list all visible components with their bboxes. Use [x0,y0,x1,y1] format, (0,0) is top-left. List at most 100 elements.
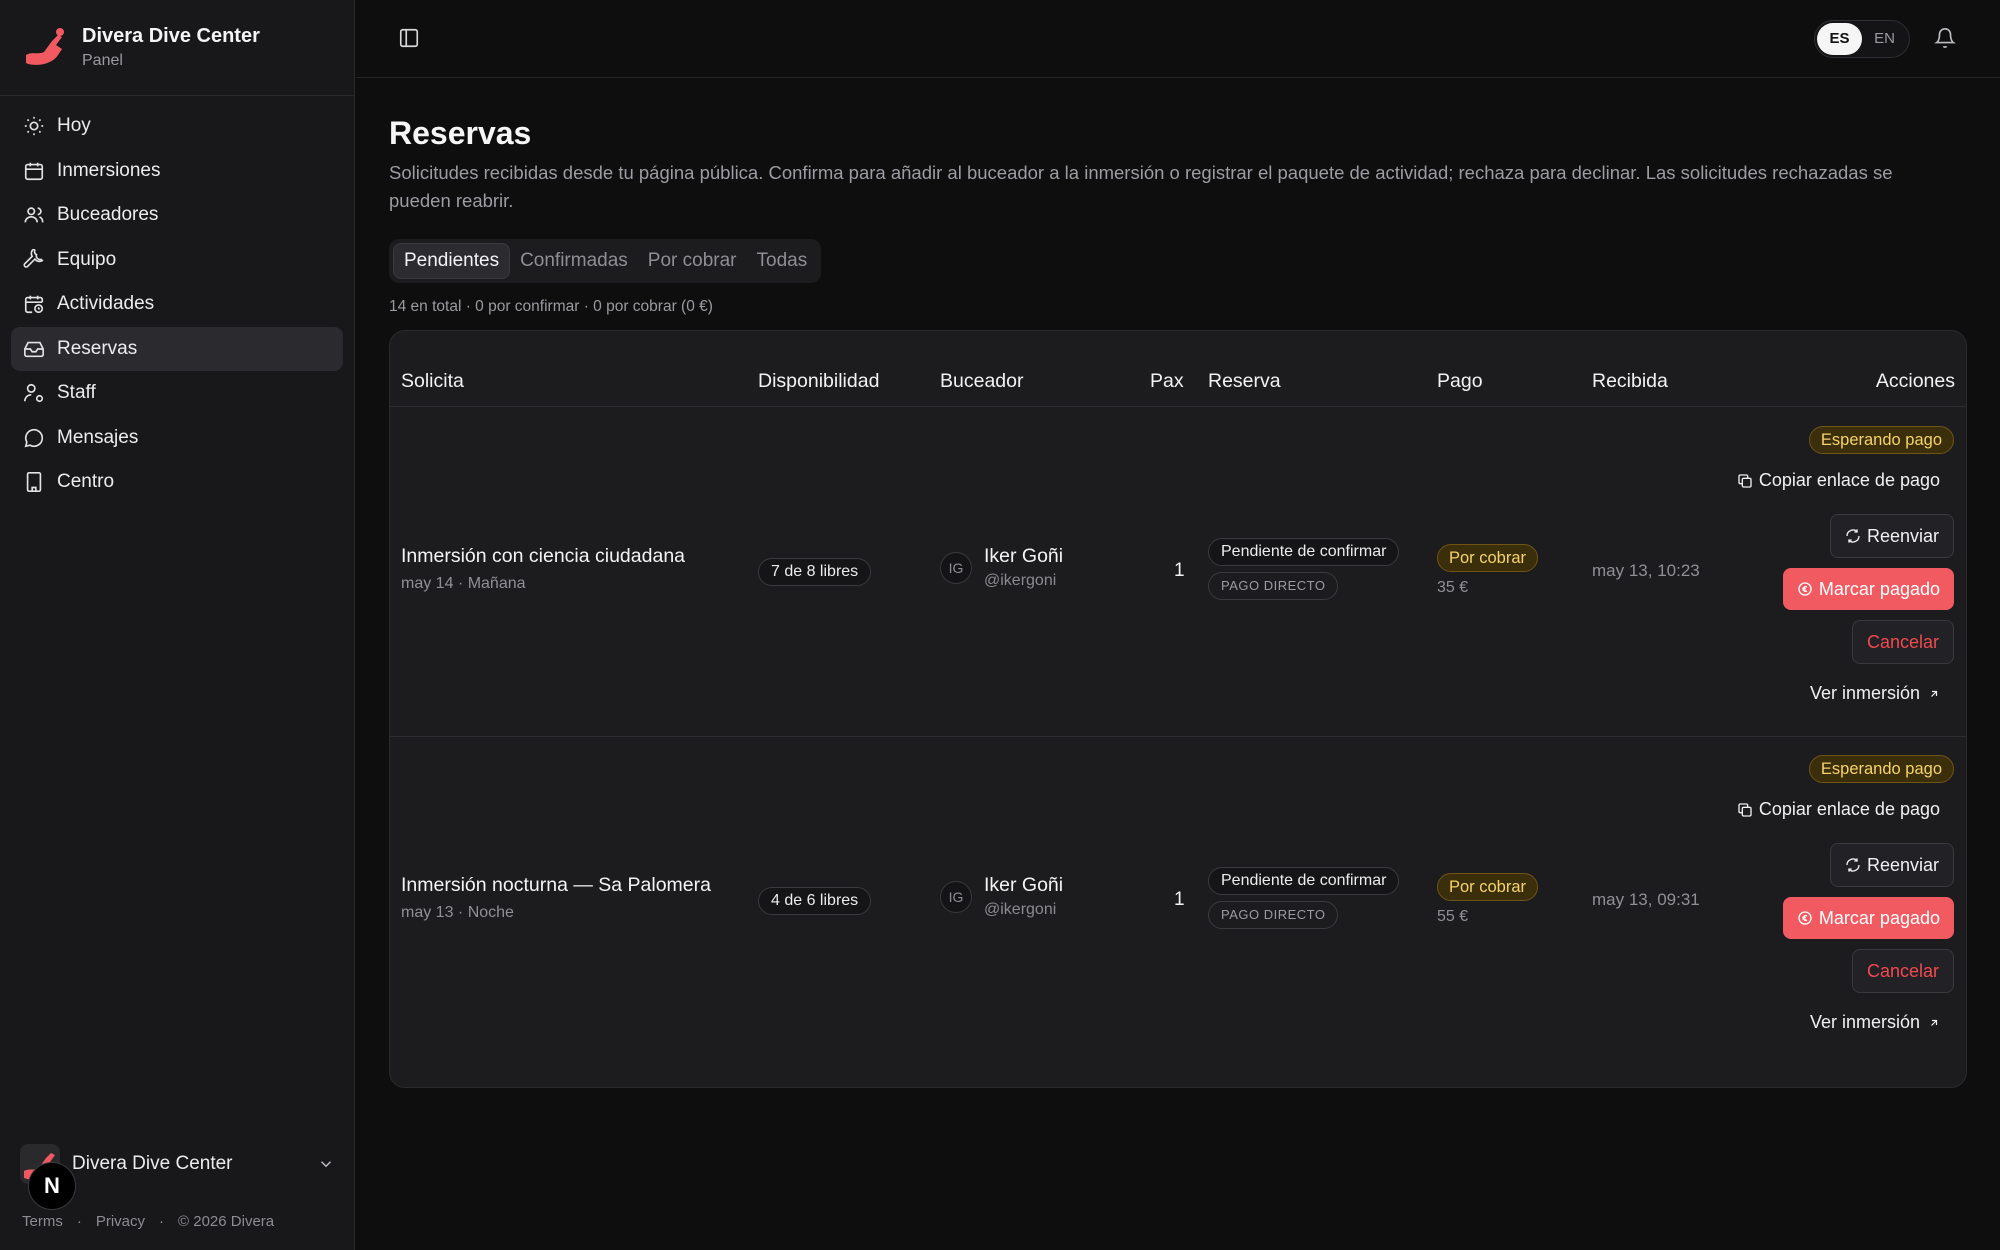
sidebar-item-staff[interactable]: Staff [11,371,343,415]
summary-counts: 14 en total · 0 por confirmar · 0 por co… [389,298,713,315]
cancel-label: Cancelar [1866,960,1939,981]
bookings-table: Solicita Disponibilidad Buceador Pax Res… [389,330,1967,1088]
resend-button[interactable]: Reenviar [1829,843,1954,887]
user-cog-icon [24,383,44,403]
main-content: Reservas Solicitudes recibidas desde tu … [389,78,1967,1088]
sidebar-item-label: Actividades [57,293,155,314]
diver-name[interactable]: Iker Goñi [984,874,1063,897]
sidebar-item-label: Reservas [57,337,138,359]
row-actions: Esperando pago Copiar enlace de pago Ree… [1694,737,1954,1064]
brand[interactable]: Divera Dive Center Panel [0,0,354,96]
calendar-clock-icon [24,295,44,314]
page-title: Reservas [389,115,532,151]
sidebar-toggle-icon[interactable] [398,27,420,49]
external-link-icon [1931,1019,1938,1026]
col-pago: Pago [1437,370,1483,392]
brand-subtitle: Panel [82,52,123,69]
users-icon [24,207,44,223]
payment-method-badge: PAGO DIRECTO [1208,901,1339,929]
copy-payment-link-button[interactable]: Copiar enlace de pago [1737,470,1940,491]
col-buceador: Buceador [940,370,1024,392]
activity-date: may 13 · Noche [401,904,514,921]
diver-logo-icon [26,27,64,65]
payment-amount: 55 € [1437,908,1469,925]
cancel-label: Cancelar [1866,631,1939,652]
sidebar-item-label: Hoy [57,115,91,136]
sidebar-item-label: Staff [57,382,96,403]
cancel-button[interactable]: Cancelar [1851,949,1954,993]
col-pax: Pax [1150,370,1184,392]
cancel-button[interactable]: Cancelar [1851,620,1954,664]
privacy-link[interactable]: Privacy [96,1213,145,1230]
tab-por-cobrar[interactable]: Por cobrar [638,243,747,279]
sidebar-item-inmersiones[interactable]: Inmersiones [11,149,343,193]
col-recibida: Recibida [1592,370,1668,392]
booking-status-cell: Pendiente de confirmar PAGO DIRECTO [1208,867,1400,929]
dev-tools-badge[interactable]: N [28,1162,76,1210]
footer-links: Terms · Privacy · © 2026 Divera [22,1213,274,1230]
topbar: ES EN [356,0,2000,78]
diver-handle: @ikergoni [984,901,1057,918]
resend-button[interactable]: Reenviar [1829,514,1954,558]
sidebar-item-label: Centro [57,471,115,492]
sidebar-item-hoy[interactable]: Hoy [11,104,343,148]
activity-cell: Inmersión nocturna — Sa Palomera may 13 … [401,874,711,922]
activity-date: may 14 · Mañana [401,575,526,592]
col-solicita: Solicita [401,370,464,392]
filter-tabs: Pendientes Confirmadas Por cobrar Todas [389,239,822,283]
view-dive-label: Ver inmersión [1809,683,1920,703]
awaiting-payment-badge: Esperando pago [1808,755,1954,783]
sidebar-item-equipo[interactable]: Equipo [11,238,343,282]
copy-payment-link-button[interactable]: Copiar enlace de pago [1737,799,1940,820]
availability-pill: 4 de 6 libres [758,887,872,915]
euro-icon [1798,911,1812,925]
diver-cell: IG Iker Goñi @ikergoni [940,874,1063,919]
copyright: © 2026 Divera [178,1213,275,1230]
copy-payment-link-label: Copiar enlace de pago [1758,799,1940,819]
received-date: may 13, 09:31 [1592,890,1700,909]
table-row: Inmersión con ciencia ciudadana may 14 ·… [390,408,1966,736]
sidebar-item-buceadores[interactable]: Buceadores [11,193,343,237]
availability-cell: 7 de 8 libres [758,558,872,586]
activity-title[interactable]: Inmersión con ciencia ciudadana [401,545,685,568]
tab-pendientes[interactable]: Pendientes [393,243,511,279]
mark-paid-button[interactable]: Marcar pagado [1782,897,1954,939]
tab-todas[interactable]: Todas [747,243,818,279]
sidebar-item-actividades[interactable]: Actividades [11,282,343,326]
sidebar-item-label: Inmersiones [57,159,161,181]
view-dive-link[interactable]: Ver inmersión [1810,1012,1940,1033]
sidebar-item-mensajes[interactable]: Mensajes [11,416,343,460]
diver-name[interactable]: Iker Goñi [984,545,1063,568]
awaiting-payment-badge: Esperando pago [1808,426,1954,454]
activity-cell: Inmersión con ciencia ciudadana may 14 ·… [401,545,685,593]
avatar: IG [940,880,972,913]
calendar-icon [24,162,44,180]
sidebar-item-reservas[interactable]: Reservas [11,326,343,371]
booking-status-cell: Pendiente de confirmar PAGO DIRECTO [1208,538,1400,600]
lang-es-button[interactable]: ES [1817,23,1862,55]
diver-cell: IG Iker Goñi @ikergoni [940,545,1063,590]
lang-en-button[interactable]: EN [1862,23,1907,55]
payment-amount: 35 € [1437,579,1469,596]
sidebar: Divera Dive Center Panel Hoy Inmersiones… [0,0,355,1250]
status-badge: Pendiente de confirmar [1208,538,1400,566]
mark-paid-button[interactable]: Marcar pagado [1782,568,1954,610]
brand-name: Divera Dive Center [82,25,260,47]
message-icon [24,428,44,447]
wrench-icon [23,248,44,268]
view-dive-link[interactable]: Ver inmersión [1810,683,1940,704]
payment-status-badge: Por cobrar [1437,544,1539,572]
sun-icon [24,116,44,136]
activity-title[interactable]: Inmersión nocturna — Sa Palomera [401,874,711,897]
bell-icon[interactable] [1934,27,1956,49]
availability-cell: 4 de 6 libres [758,887,872,915]
mark-paid-label: Marcar pagado [1818,907,1940,928]
inbox-icon [24,341,44,357]
tab-confirmadas[interactable]: Confirmadas [510,243,638,279]
sidebar-item-label: Mensajes [57,426,139,448]
terms-link[interactable]: Terms [22,1213,63,1230]
resend-label: Reenviar [1866,854,1939,875]
sidebar-item-centro[interactable]: Centro [11,460,343,504]
col-disponibilidad: Disponibilidad [758,370,880,392]
copy-payment-link-label: Copiar enlace de pago [1758,470,1940,490]
